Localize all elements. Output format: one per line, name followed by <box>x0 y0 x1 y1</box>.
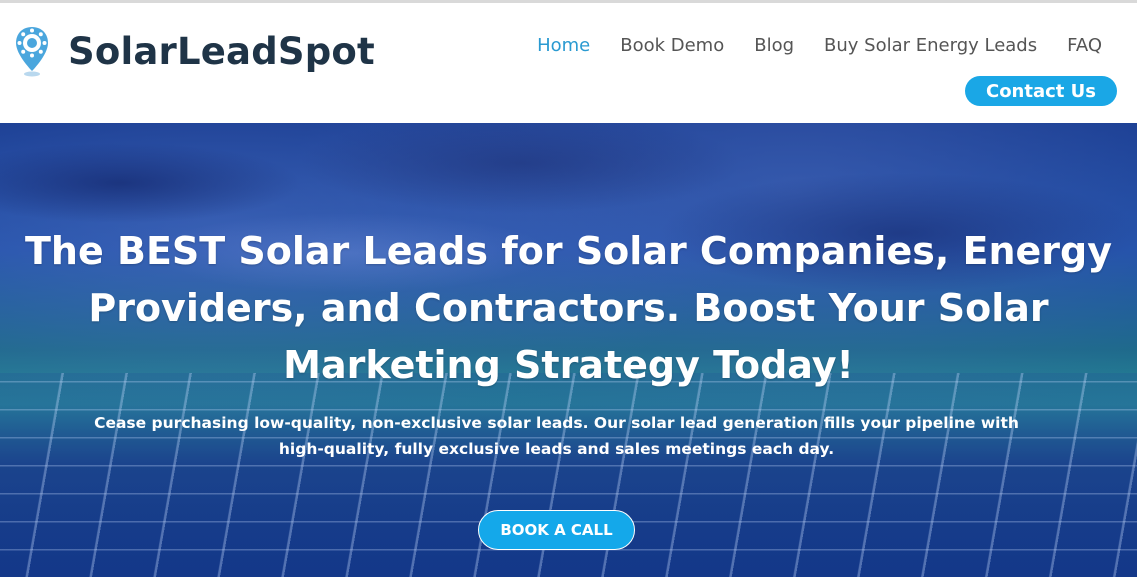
nav-item-book-demo[interactable]: Book Demo <box>620 35 724 56</box>
nav-item-blog[interactable]: Blog <box>754 35 794 56</box>
main-nav: Home Book Demo Blog Buy Solar Energy Lea… <box>537 35 1102 56</box>
logo[interactable]: SolarLeadSpot <box>14 25 375 77</box>
brand-name: SolarLeadSpot <box>68 29 375 73</box>
hero-section: The BEST Solar Leads for Solar Companies… <box>0 123 1137 577</box>
nav-item-buy-leads[interactable]: Buy Solar Energy Leads <box>824 35 1037 56</box>
site-header: SolarLeadSpot Home Book Demo Blog Buy So… <box>0 3 1137 123</box>
hero-title: The BEST Solar Leads for Solar Companies… <box>0 223 1137 394</box>
hero-title-line: The BEST Solar Leads for Solar Companies… <box>25 229 1112 273</box>
book-a-call-button[interactable]: BOOK A CALL <box>478 510 635 550</box>
nav-item-faq[interactable]: FAQ <box>1067 35 1102 56</box>
hero-subtitle: Cease purchasing low-quality, non-exclus… <box>0 410 1113 462</box>
contact-us-button[interactable]: Contact Us <box>965 76 1117 106</box>
hero-title-line: Providers, and Contractors. Boost Your S… <box>88 286 1049 330</box>
hero-subtitle-line: high-quality, fully exclusive leads and … <box>278 440 835 458</box>
hero-title-line: Marketing Strategy Today! <box>283 343 854 387</box>
hero-subtitle-line: Cease purchasing low-quality, non-exclus… <box>94 414 1019 432</box>
map-pin-sun-icon <box>14 25 50 77</box>
nav-item-home[interactable]: Home <box>537 35 590 56</box>
